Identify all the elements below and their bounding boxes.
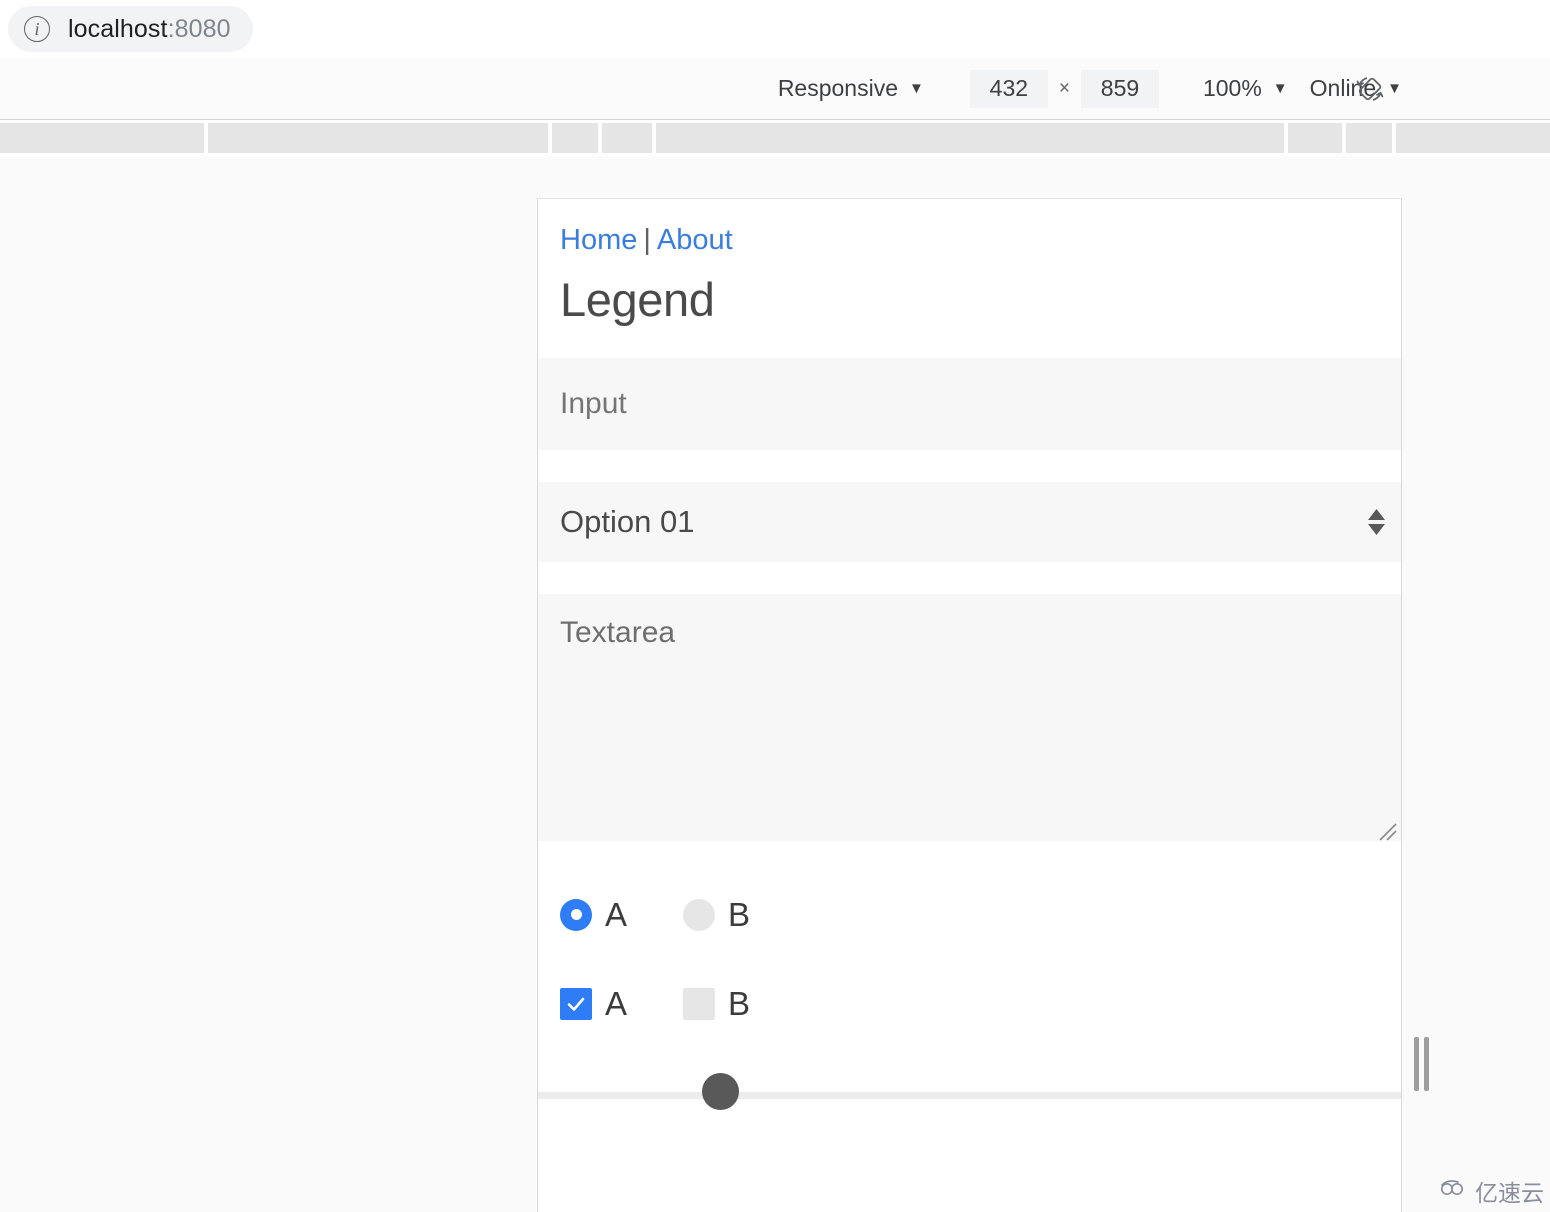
device-preset-label: Responsive — [777, 75, 898, 101]
url-text: localhost:8080 — [68, 15, 231, 44]
site-info-icon[interactable]: i — [24, 16, 50, 42]
radio-unchecked-icon[interactable] — [683, 898, 716, 931]
checkbox-option-b[interactable]: B — [683, 985, 750, 1023]
devtools-tab[interactable] — [656, 123, 1284, 153]
watermark: 亿速云 — [1438, 1174, 1544, 1208]
device-stage: Home|About Legend Option 01 Textarea — [0, 156, 1550, 1212]
radio-option-b[interactable]: B — [683, 896, 750, 934]
viewport-width-value: 432 — [989, 75, 1029, 101]
radio-option-b-label: B — [728, 895, 751, 933]
chevron-down-icon: ▼ — [909, 80, 924, 97]
checkbox-checked-icon[interactable] — [560, 987, 592, 1020]
text-input[interactable] — [538, 357, 1401, 450]
checkbox-option-b-label: B — [728, 984, 751, 1022]
textarea-placeholder: Textarea — [560, 615, 676, 649]
checkbox-unchecked-icon[interactable] — [683, 987, 716, 1020]
devtools-tab-strip[interactable] — [0, 120, 1550, 156]
chevron-down-icon: ▼ — [1272, 80, 1288, 97]
devtools-tab[interactable] — [1288, 123, 1342, 153]
radio-option-a[interactable]: A — [560, 896, 627, 934]
radio-option-a-label: A — [605, 895, 628, 933]
viewport-height-input[interactable]: 859 — [1080, 69, 1159, 108]
checkbox-option-a-label: A — [605, 984, 628, 1022]
rendered-page: Home|About Legend Option 01 Textarea — [538, 199, 1401, 1125]
devtools-tab[interactable] — [1346, 123, 1392, 153]
spacer — [538, 561, 1401, 594]
devtools-tab[interactable] — [1396, 123, 1550, 153]
zoom-label: 100% — [1202, 75, 1262, 101]
checkbox-group: A B — [538, 985, 1401, 1023]
radio-group: A B — [538, 896, 1401, 934]
viewport-height-value: 859 — [1100, 75, 1140, 101]
slider-track — [538, 1091, 1401, 1099]
spacer — [538, 449, 1401, 482]
handle-bar — [1423, 1037, 1429, 1091]
rotate-device-icon[interactable] — [1350, 69, 1390, 109]
viewport-width-input[interactable]: 432 — [969, 69, 1048, 108]
devtools-tab[interactable] — [552, 123, 598, 153]
resize-grip-icon[interactable] — [1375, 815, 1397, 841]
page-nav: Home | About — [538, 223, 1401, 258]
handle-bar — [1413, 1037, 1419, 1091]
select-arrows-icon — [1368, 508, 1385, 535]
watermark-text: 亿速云 — [1475, 1181, 1544, 1207]
select-dropdown[interactable]: Option 01 — [538, 481, 1401, 562]
textarea-wrapper[interactable]: Textarea — [538, 593, 1401, 841]
device-toolbar: Responsive ▼ 432 × 859 100% ▼ Online ▼ — [0, 58, 1550, 120]
slider-thumb[interactable] — [701, 1072, 739, 1110]
device-preset-dropdown[interactable]: Responsive ▼ — [778, 75, 924, 102]
browser-url-bar: i localhost:8080 — [0, 0, 1550, 58]
nav-separator: | — [643, 224, 651, 256]
cloud-logo-icon — [1438, 1178, 1468, 1204]
url-host: localhost — [68, 14, 168, 43]
omnibox[interactable]: i localhost:8080 — [8, 6, 253, 52]
devtools-tab[interactable] — [0, 123, 204, 153]
dimension-separator: × — [1058, 77, 1070, 99]
select-selected-value: Option 01 — [560, 503, 695, 539]
devtools-tab[interactable] — [208, 123, 548, 153]
select-wrapper[interactable]: Option 01 — [538, 481, 1401, 562]
nav-link-about[interactable]: About — [657, 224, 733, 256]
device-viewport: Home|About Legend Option 01 Textarea — [537, 199, 1402, 1212]
range-slider[interactable] — [538, 1065, 1401, 1125]
zoom-dropdown[interactable]: 100% ▼ — [1203, 75, 1288, 102]
radio-checked-icon[interactable] — [560, 898, 592, 931]
page-title: Legend — [560, 272, 715, 326]
nav-link-home[interactable]: Home — [560, 224, 637, 256]
url-port: :8080 — [167, 14, 231, 43]
checkbox-option-a[interactable]: A — [560, 985, 627, 1023]
devtools-tab[interactable] — [602, 123, 652, 153]
viewport-resize-handle[interactable] — [1410, 1036, 1432, 1092]
